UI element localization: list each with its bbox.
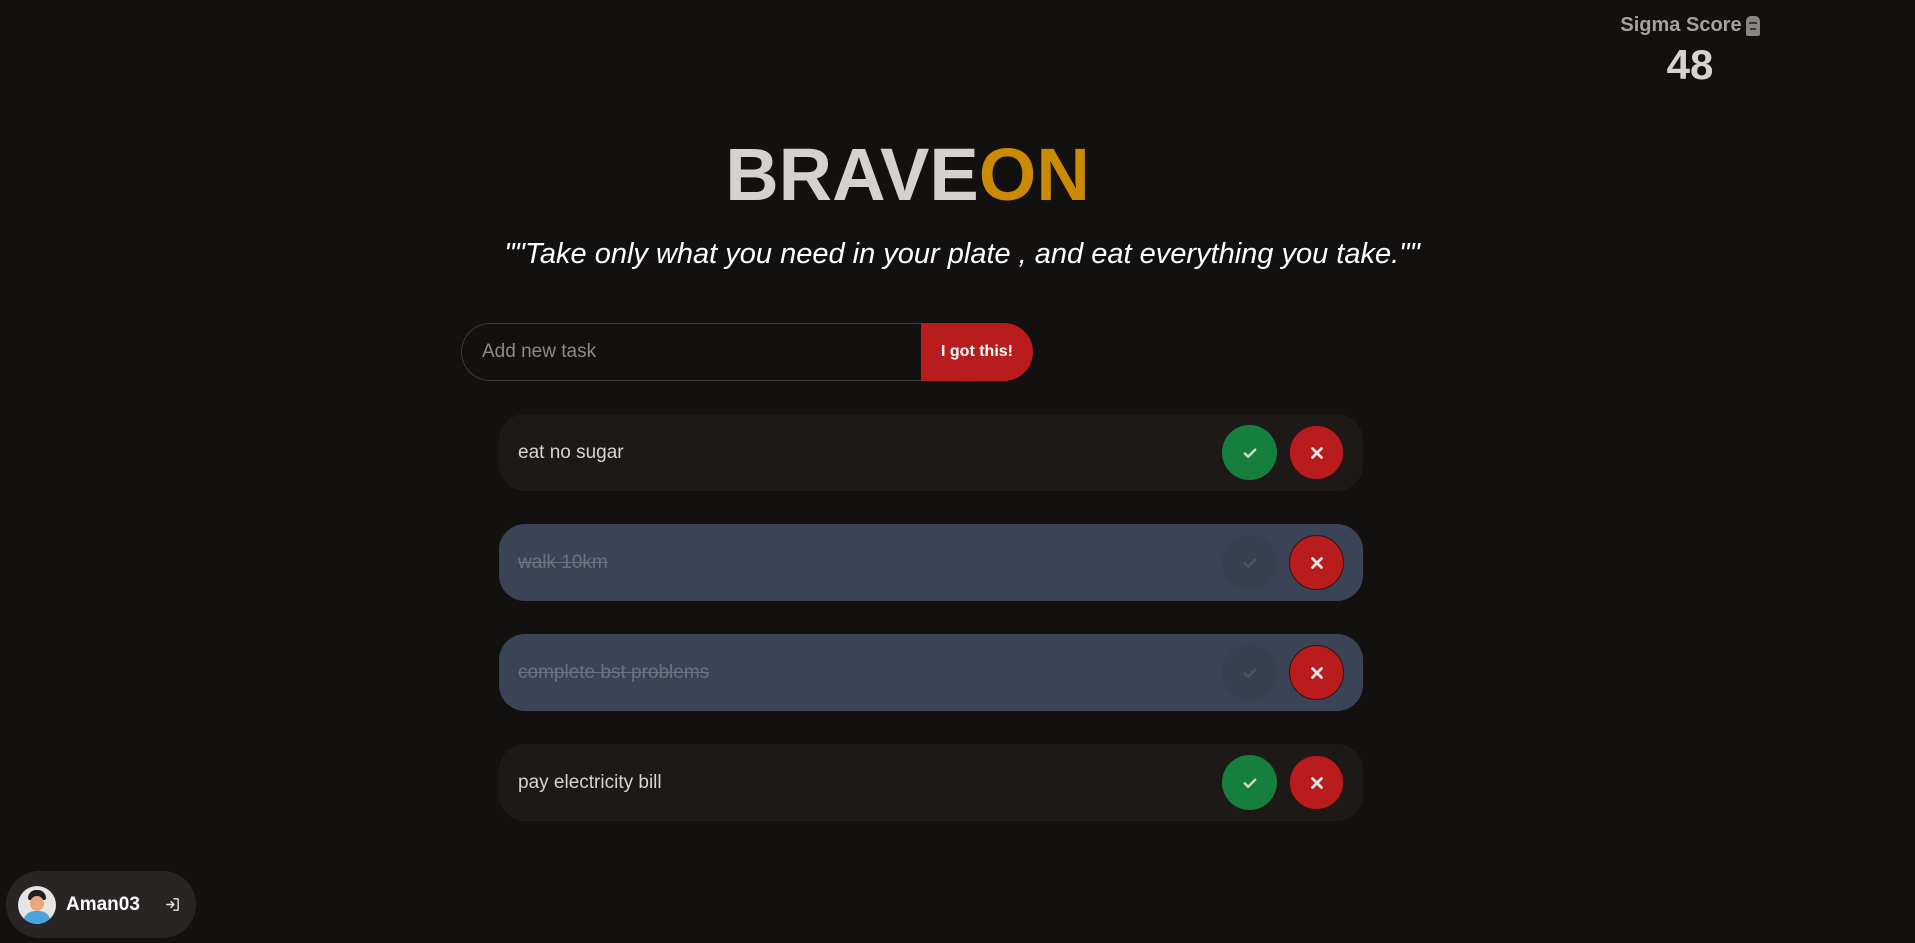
- title-part-on: ON: [978, 133, 1090, 216]
- add-task-form: I got this!: [461, 323, 1033, 381]
- avatar[interactable]: [18, 885, 56, 924]
- username: Aman03: [66, 893, 140, 915]
- task-text: pay electricity bill: [518, 771, 662, 793]
- logout-glyph: [166, 898, 179, 911]
- task-actions: [1222, 645, 1344, 700]
- app-page: Sigma Score 48 BRAVEON ""Take only what …: [0, 0, 1915, 943]
- complete-task-button[interactable]: [1222, 535, 1277, 590]
- task-text: walk 10km: [518, 551, 608, 573]
- avatar-face: [30, 895, 44, 911]
- sigma-score: Sigma Score 48: [1590, 14, 1790, 89]
- delete-task-button[interactable]: [1289, 535, 1344, 590]
- close-icon: [1310, 666, 1323, 679]
- close-icon: [1310, 556, 1323, 569]
- delete-task-button[interactable]: [1289, 755, 1344, 810]
- close-icon: [1310, 776, 1323, 789]
- task-actions: [1222, 755, 1344, 810]
- moai-icon: [1745, 15, 1760, 36]
- complete-task-button[interactable]: [1222, 755, 1277, 810]
- complete-task-button[interactable]: [1222, 425, 1277, 480]
- score-value: 48: [1666, 41, 1714, 88]
- task-item: pay electricity bill: [499, 744, 1363, 821]
- avatar-body: [23, 910, 51, 924]
- check-icon: [1243, 447, 1256, 458]
- delete-task-button[interactable]: [1289, 425, 1344, 480]
- delete-task-button[interactable]: [1289, 645, 1344, 700]
- check-icon: [1243, 777, 1256, 788]
- app-title: BRAVEON: [0, 132, 1815, 217]
- logout-icon[interactable]: [164, 896, 181, 913]
- motivational-quote: ""Take only what you need in your plate …: [504, 238, 1420, 270]
- task-text: complete bst problems: [518, 661, 710, 683]
- task-list: eat no sugar walk 10km complete bst prob…: [499, 414, 1363, 854]
- add-task-button[interactable]: I got this!: [921, 323, 1033, 381]
- title-part-brave: BRAVE: [725, 133, 979, 216]
- task-actions: [1222, 425, 1344, 480]
- score-label-row: Sigma Score: [1620, 14, 1760, 37]
- check-icon: [1243, 557, 1256, 568]
- task-actions: [1222, 535, 1344, 590]
- task-item: walk 10km: [499, 524, 1363, 601]
- new-task-input[interactable]: [461, 323, 921, 381]
- close-icon: [1310, 446, 1323, 459]
- task-item: complete bst problems: [499, 634, 1363, 711]
- task-item: eat no sugar: [499, 414, 1363, 491]
- user-profile-chip: Aman03: [6, 871, 196, 938]
- complete-task-button[interactable]: [1222, 645, 1277, 700]
- check-icon: [1243, 667, 1256, 678]
- task-text: eat no sugar: [518, 441, 624, 463]
- score-label: Sigma Score: [1620, 14, 1742, 36]
